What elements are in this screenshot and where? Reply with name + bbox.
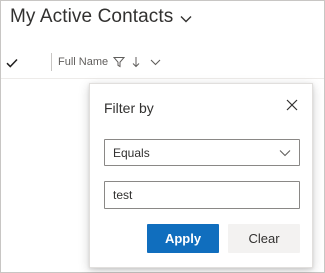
- checkmark-icon: [6, 55, 18, 73]
- filter-value-input[interactable]: test: [104, 181, 300, 209]
- close-icon: [286, 98, 298, 116]
- filter-panel: Filter by Equals test Apply Clear: [89, 83, 313, 268]
- filter-panel-title: Filter by: [104, 100, 154, 116]
- filter-icon: [113, 56, 126, 68]
- column-divider: [51, 53, 52, 71]
- select-all-checkbox[interactable]: [4, 56, 20, 72]
- column-header-label: Full Name: [58, 56, 109, 68]
- column-header-full-name[interactable]: Full Name: [58, 54, 161, 70]
- arrow-down-icon: [132, 56, 140, 68]
- chevron-down-icon: [279, 146, 291, 160]
- view-title: My Active Contacts: [10, 6, 174, 27]
- operator-dropdown[interactable]: Equals: [104, 139, 300, 166]
- clear-button[interactable]: Clear: [228, 224, 300, 253]
- grid-header: Full Name: [1, 45, 324, 79]
- chevron-down-icon: [180, 15, 192, 23]
- apply-button[interactable]: Apply: [147, 224, 219, 253]
- app-frame: My Active Contacts Full Name Filter by E…: [0, 0, 325, 273]
- view-selector[interactable]: My Active Contacts: [10, 6, 192, 28]
- operator-value: Equals: [113, 145, 150, 160]
- filter-value-text: test: [113, 188, 133, 202]
- chevron-down-icon[interactable]: [150, 59, 161, 66]
- close-button[interactable]: [283, 98, 301, 116]
